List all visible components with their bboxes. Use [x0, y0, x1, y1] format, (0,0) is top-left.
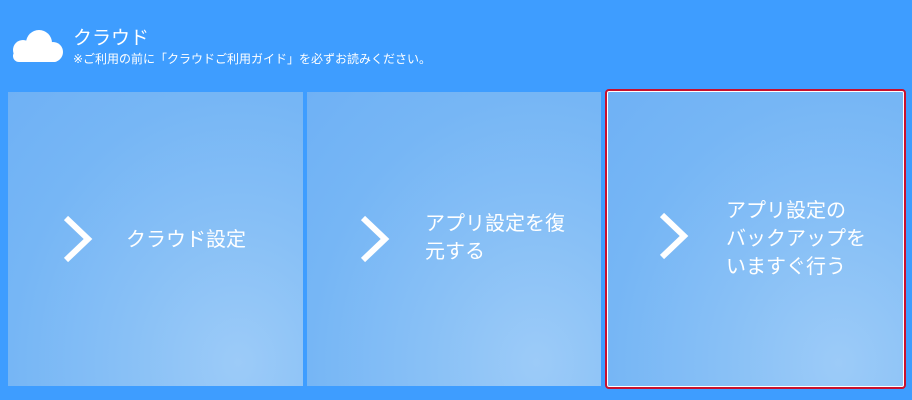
tile-label-line: いますぐ行う: [726, 254, 846, 278]
tile-label-line: アプリ設定を復: [425, 211, 565, 235]
tile-label: クラウド設定: [126, 225, 246, 253]
chevron-right-icon: [63, 215, 93, 263]
tile-label-line: アプリ設定の: [726, 198, 846, 222]
restore-app-settings-tile[interactable]: アプリ設定を復 元する: [307, 92, 601, 386]
chevron-right-icon: [360, 215, 390, 263]
chevron-right-icon: [659, 212, 689, 260]
cloud-icon: [13, 30, 63, 62]
tile-label-line: クラウド設定: [126, 227, 246, 251]
page-notice: ※ご利用の前に「クラウドご利用ガイド」を必ずお読みください。: [73, 52, 432, 66]
tile-label-line: 元する: [425, 239, 485, 263]
page-title: クラウド: [73, 27, 150, 49]
header: クラウド ※ご利用の前に「クラウドご利用ガイド」を必ずお読みください。: [0, 0, 912, 90]
tile-label: アプリ設定の バックアップを いますぐ行う: [726, 196, 866, 280]
cloud-settings-tile[interactable]: クラウド設定: [8, 92, 303, 386]
backup-now-tile[interactable]: アプリ設定の バックアップを いますぐ行う: [605, 89, 906, 389]
tile-label-line: バックアップを: [726, 226, 866, 250]
tile-label: アプリ設定を復 元する: [425, 209, 565, 265]
